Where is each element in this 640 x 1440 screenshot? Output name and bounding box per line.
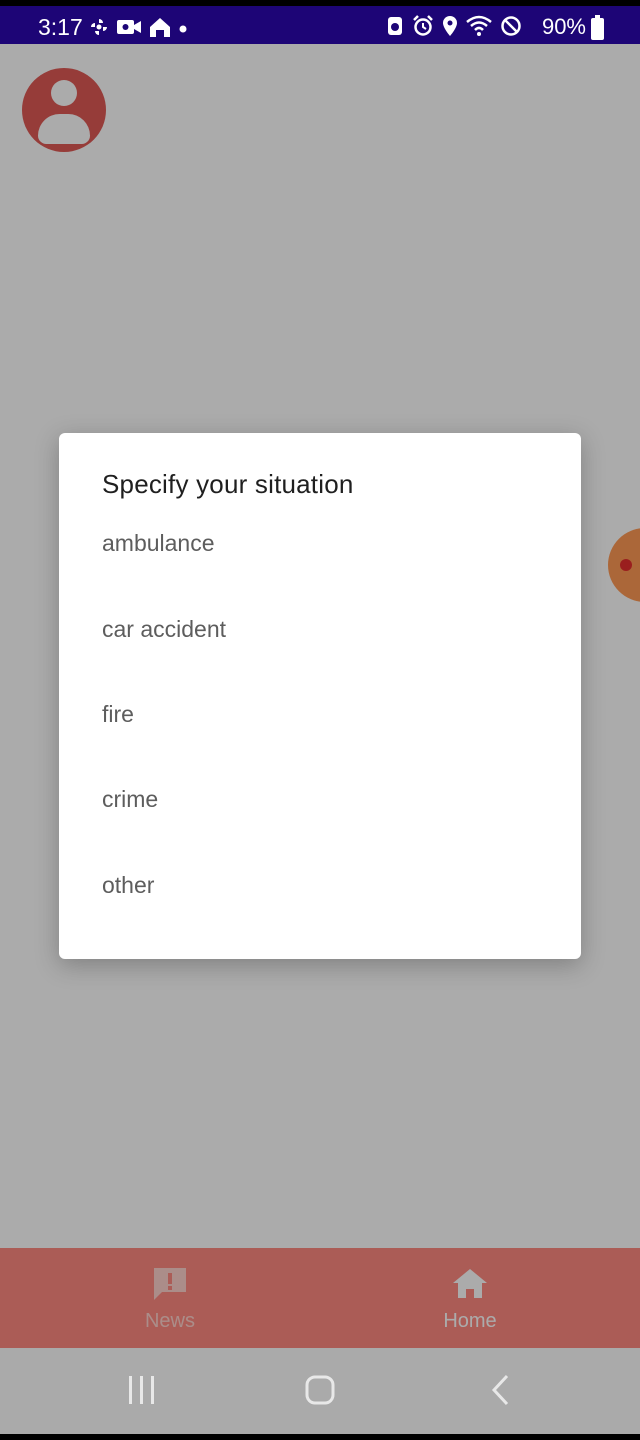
status-time: 3:17 bbox=[38, 14, 83, 40]
option-fire[interactable]: fire bbox=[59, 672, 581, 757]
option-ambulance[interactable]: ambulance bbox=[59, 501, 581, 586]
option-other[interactable]: other bbox=[59, 843, 581, 928]
status-left-icons bbox=[88, 15, 188, 44]
situation-dialog: Specify your situation ambulance car acc… bbox=[59, 433, 581, 959]
back-icon[interactable] bbox=[488, 1372, 514, 1408]
pinwheel-icon bbox=[88, 16, 110, 43]
dot-icon bbox=[178, 21, 188, 39]
battery-percent: 90% bbox=[541, 14, 586, 39]
home-outline-icon bbox=[148, 15, 172, 44]
system-home-icon[interactable] bbox=[305, 1372, 335, 1408]
video-call-icon bbox=[116, 17, 142, 42]
option-car-accident[interactable]: car accident bbox=[59, 586, 581, 671]
location-icon bbox=[442, 15, 458, 42]
recents-icon[interactable] bbox=[127, 1372, 157, 1408]
dialog-title: Specify your situation bbox=[102, 469, 354, 499]
wifi-icon bbox=[466, 15, 492, 42]
situation-options-list: ambulance car accident fire crime other bbox=[59, 519, 581, 946]
system-navigation-bar bbox=[0, 1348, 640, 1434]
status-bar: 3:17 90% bbox=[0, 0, 640, 44]
do-not-disturb-icon bbox=[500, 15, 522, 42]
alarm-icon bbox=[412, 15, 434, 42]
screen-bottom-edge bbox=[0, 1434, 640, 1440]
battery-icon bbox=[591, 15, 604, 40]
option-crime[interactable]: crime bbox=[59, 757, 581, 842]
status-right-icons bbox=[386, 15, 522, 42]
screen: 3:17 90% News Home Specify your situatio… bbox=[0, 0, 640, 1440]
android-icon bbox=[386, 15, 404, 42]
